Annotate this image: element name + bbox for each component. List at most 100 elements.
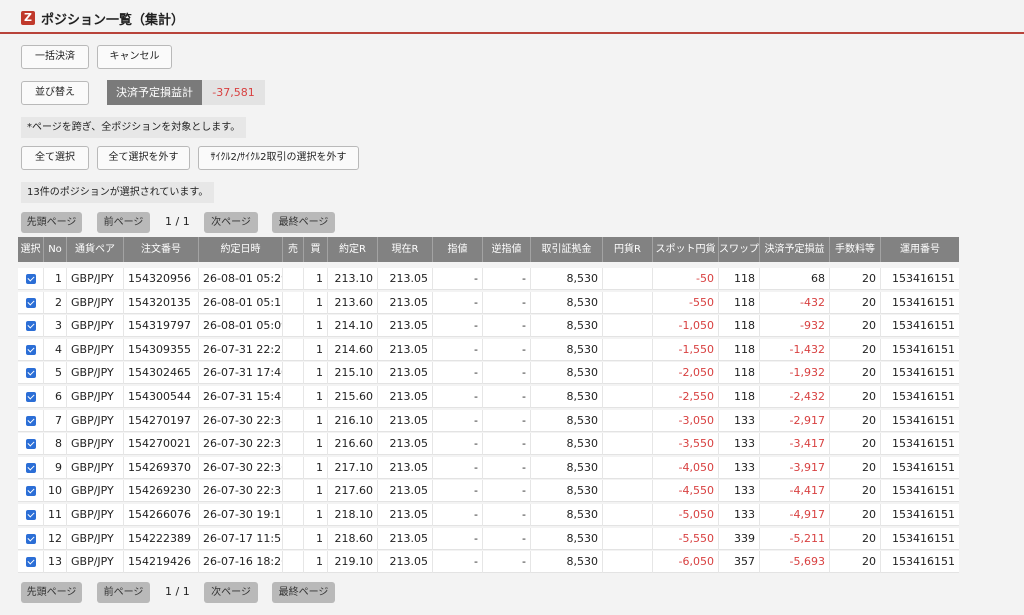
row-sell xyxy=(283,551,304,574)
table-row[interactable]: 2 GBP/JPY 154320135 26-08-01 05:15 1 213.60 21… xyxy=(18,291,959,314)
row-swap: 339 xyxy=(719,527,760,550)
cancel-button[interactable]: キャンセル xyxy=(97,45,172,69)
row-execution-rate: 215.10 xyxy=(328,362,378,385)
row-currency-pair: GBP/JPY xyxy=(67,291,124,314)
row-checkbox[interactable] xyxy=(26,462,36,473)
table-row[interactable]: 4 GBP/JPY 154309355 26-07-31 22:22 1 214.60 21… xyxy=(18,338,959,361)
table-row[interactable]: 10 GBP/JPY 154269230 26-07-30 22:35 1 217.60 2… xyxy=(18,480,959,503)
row-fees: 20 xyxy=(830,386,881,408)
row-currency-pair: GBP/JPY xyxy=(67,338,124,361)
row-margin: 8,530 xyxy=(531,386,603,408)
row-fees: 20 xyxy=(830,291,881,314)
row-execution-rate: 216.10 xyxy=(328,409,378,432)
row-current-rate: 213.05 xyxy=(378,504,433,526)
row-stop: - xyxy=(483,315,531,338)
row-current-rate: 213.05 xyxy=(378,551,433,574)
row-select-cell xyxy=(18,504,44,526)
row-execution-time: 26-07-17 11:55 xyxy=(199,527,283,550)
row-execution-rate: 215.60 xyxy=(328,386,378,408)
col-current-rate: 現在R xyxy=(378,237,433,262)
row-checkbox[interactable] xyxy=(26,510,36,520)
row-order-number: 154320956 xyxy=(124,268,199,290)
col-margin: 取引証拠金 xyxy=(531,237,603,262)
row-checkbox[interactable] xyxy=(26,439,36,450)
next-page-button-bottom[interactable]: 次ページ xyxy=(204,582,258,603)
row-no: 7 xyxy=(44,409,67,432)
prev-page-button[interactable]: 前ページ xyxy=(97,212,150,233)
row-checkbox[interactable] xyxy=(26,533,36,544)
row-spot-yen: -3,550 xyxy=(653,433,719,456)
table-row[interactable]: 11 GBP/JPY 154266076 26-07-30 19:15 1 218.10 2… xyxy=(18,504,959,526)
first-page-button[interactable]: 先頭ページ xyxy=(21,212,82,233)
row-currency-pair: GBP/JPY xyxy=(67,480,124,503)
row-current-rate: 213.05 xyxy=(378,480,433,503)
row-fees: 20 xyxy=(830,480,881,503)
row-margin: 8,530 xyxy=(531,456,603,479)
row-yen-rate xyxy=(603,551,653,574)
row-settlement-pnl: -432 xyxy=(760,291,830,314)
row-margin: 8,530 xyxy=(531,551,603,574)
row-spot-yen: -2,050 xyxy=(653,362,719,385)
table-row[interactable]: 13 GBP/JPY 154219426 26-07-16 18:26 1 219.10 2… xyxy=(18,551,959,574)
col-sell: 売 xyxy=(283,237,304,262)
row-checkbox[interactable] xyxy=(26,321,36,332)
row-margin: 8,530 xyxy=(531,338,603,361)
row-fees: 20 xyxy=(830,362,881,385)
row-checkbox[interactable] xyxy=(26,344,36,355)
row-buy: 1 xyxy=(304,433,328,456)
row-account-number: 153416151 xyxy=(892,272,955,285)
bulk-settle-button[interactable]: 一括決済 xyxy=(21,45,89,69)
row-swap: 118 xyxy=(719,291,760,314)
col-execution-rate: 約定R xyxy=(328,237,378,262)
row-account-number: 153416151 xyxy=(892,319,955,333)
last-page-button-bottom[interactable]: 最終ページ xyxy=(272,582,335,603)
table-row[interactable]: 8 GBP/JPY 154270021 26-07-30 22:37 1 216.60 21… xyxy=(18,433,959,456)
deselect-cycle-button[interactable]: ｻｲｸﾙ2/ｻｲｸﾙ2取引の選択を外す xyxy=(198,146,359,170)
row-execution-time: 26-07-30 22:36 xyxy=(199,456,283,479)
row-yen-rate xyxy=(603,338,653,361)
row-settlement-pnl: -4,417 xyxy=(760,480,830,503)
table-row[interactable]: 3 GBP/JPY 154319797 26-08-01 05:09 1 214.10 21… xyxy=(18,315,959,338)
table-row[interactable]: 9 GBP/JPY 154269370 26-07-30 22:36 1 217.10 21… xyxy=(18,456,959,479)
row-yen-rate xyxy=(603,527,653,550)
table-row[interactable]: 12 GBP/JPY 154222389 26-07-17 11:55 1 218.60 2… xyxy=(18,527,959,550)
row-checkbox[interactable] xyxy=(26,368,36,379)
row-limit: - xyxy=(433,338,483,361)
row-settlement-pnl: -4,917 xyxy=(760,504,830,526)
row-current-rate: 213.05 xyxy=(378,386,433,408)
table-row[interactable]: 5 GBP/JPY 154302465 26-07-31 17:40 1 215.10 21… xyxy=(18,362,959,385)
col-no: No xyxy=(44,237,67,262)
row-account-number: 153416151 xyxy=(892,484,955,498)
table-row[interactable]: 1 GBP/JPY 154320956 26-08-01 05:29 1 213.10 21… xyxy=(18,268,959,290)
summary-label: 決済予定損益計 xyxy=(107,80,202,105)
sort-button[interactable]: 並び替え xyxy=(21,81,89,105)
row-account-number: 153416151 xyxy=(892,555,955,569)
row-sell xyxy=(283,268,304,290)
row-buy: 1 xyxy=(304,527,328,550)
row-fees: 20 xyxy=(830,433,881,456)
next-page-button[interactable]: 次ページ xyxy=(204,212,258,233)
row-checkbox[interactable] xyxy=(26,557,36,568)
row-checkbox[interactable] xyxy=(26,392,36,402)
row-settlement-pnl: -3,417 xyxy=(760,433,830,456)
row-checkbox[interactable] xyxy=(26,415,36,426)
row-sell xyxy=(283,433,304,456)
table-row[interactable]: 7 GBP/JPY 154270197 26-07-30 22:38 1 216.10 21… xyxy=(18,409,959,432)
page-indicator: 1 / 1 xyxy=(165,215,190,228)
row-stop: - xyxy=(483,386,531,408)
row-fees: 20 xyxy=(830,504,881,526)
page-indicator-bottom: 1 / 1 xyxy=(165,585,190,598)
row-order-number: 154266076 xyxy=(124,504,199,526)
table-row[interactable]: 6 GBP/JPY 154300544 26-07-31 15:47 1 215.60 21… xyxy=(18,386,959,408)
select-all-button[interactable]: 全て選択 xyxy=(21,146,89,170)
row-execution-time: 26-08-01 05:29 xyxy=(199,268,283,290)
row-margin: 8,530 xyxy=(531,409,603,432)
prev-page-button-bottom[interactable]: 前ページ xyxy=(97,582,150,603)
last-page-button[interactable]: 最終ページ xyxy=(272,212,335,233)
row-current-rate: 213.05 xyxy=(378,456,433,479)
row-checkbox[interactable] xyxy=(26,274,36,284)
row-checkbox[interactable] xyxy=(26,486,36,497)
row-checkbox[interactable] xyxy=(26,297,36,308)
deselect-all-button[interactable]: 全て選択を外す xyxy=(97,146,190,170)
first-page-button-bottom[interactable]: 先頭ページ xyxy=(21,582,82,603)
